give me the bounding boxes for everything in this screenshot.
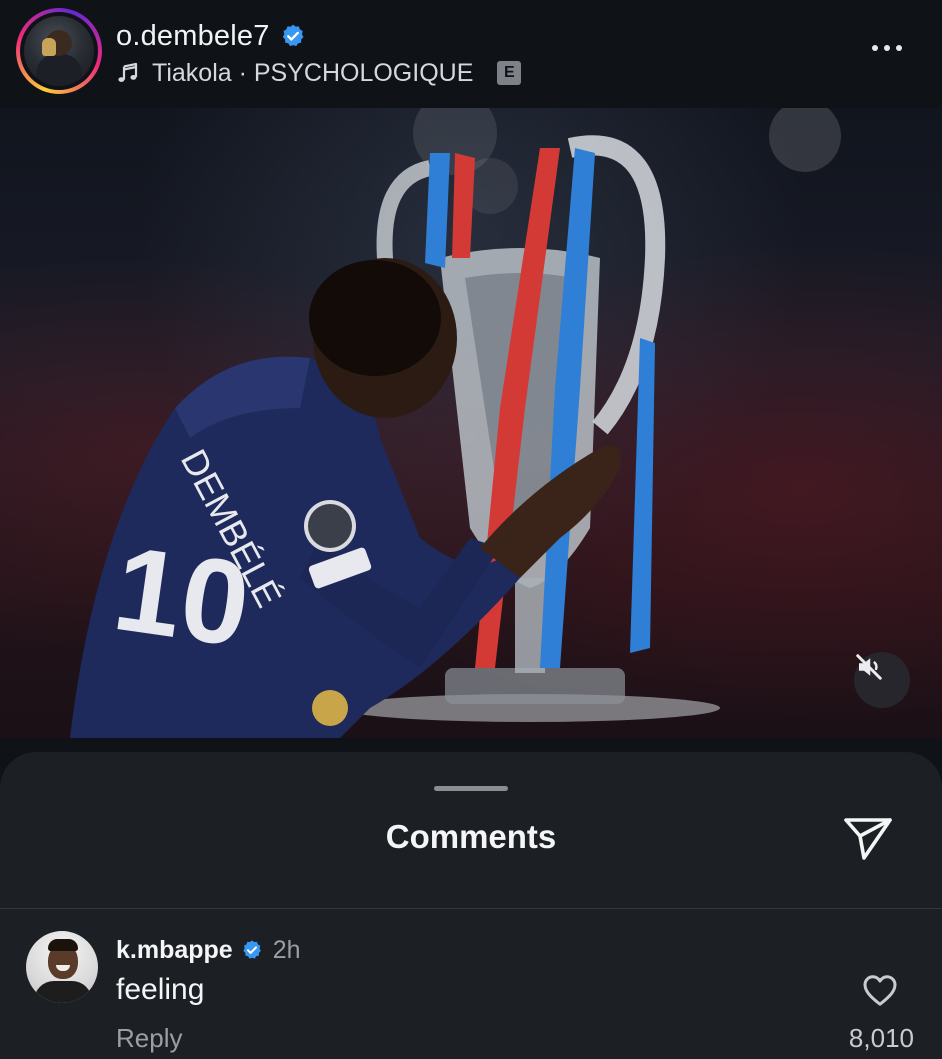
speaker-muted-icon — [856, 654, 882, 680]
svg-text:10: 10 — [106, 521, 257, 672]
username-row: o.dembele7 — [116, 16, 306, 56]
post-header: o.dembele7 Tiakola · PSYCHOLOGIQUE E — [0, 0, 942, 108]
heart-outline-icon[interactable] — [862, 973, 898, 1007]
more-options-button[interactable] — [872, 38, 912, 58]
profile-avatar — [24, 16, 94, 86]
music-track-label: Tiakola · PSYCHOLOGIQUE — [152, 58, 474, 87]
post-image: DEMBÉLÉ 10 — [70, 108, 841, 738]
commenter-username[interactable]: k.mbappe — [116, 936, 233, 965]
post-username[interactable]: o.dembele7 — [116, 20, 270, 53]
mute-toggle-button[interactable] — [854, 652, 910, 708]
comment-item: k.mbappe 2h feeling Reply 8,010 — [0, 909, 942, 1059]
verified-badge-icon — [282, 24, 304, 47]
like-count: 8,010 — [848, 1023, 914, 1053]
verified-badge-icon — [243, 940, 261, 959]
comment-timestamp: 2h — [272, 935, 301, 964]
post-photo[interactable]: DEMBÉLÉ 10 — [0, 108, 942, 738]
comments-sheet: Comments k.mbappe 2h feeling Reply 8,010 — [0, 752, 942, 1059]
profile-avatar-ring[interactable] — [16, 8, 102, 94]
paper-plane-icon[interactable] — [842, 814, 894, 862]
commenter-avatar[interactable] — [26, 931, 98, 1003]
reply-button[interactable]: Reply — [116, 1023, 182, 1054]
comment-header: k.mbappe 2h — [116, 933, 301, 967]
explicit-badge: E — [497, 61, 522, 85]
more-options-icon — [872, 45, 878, 51]
music-note-icon — [118, 62, 138, 82]
music-row[interactable]: Tiakola · PSYCHOLOGIQUE E — [116, 56, 522, 90]
comment-text: feeling — [116, 973, 205, 1006]
sheet-drag-handle[interactable] — [434, 786, 508, 791]
comments-title: Comments — [385, 818, 557, 855]
